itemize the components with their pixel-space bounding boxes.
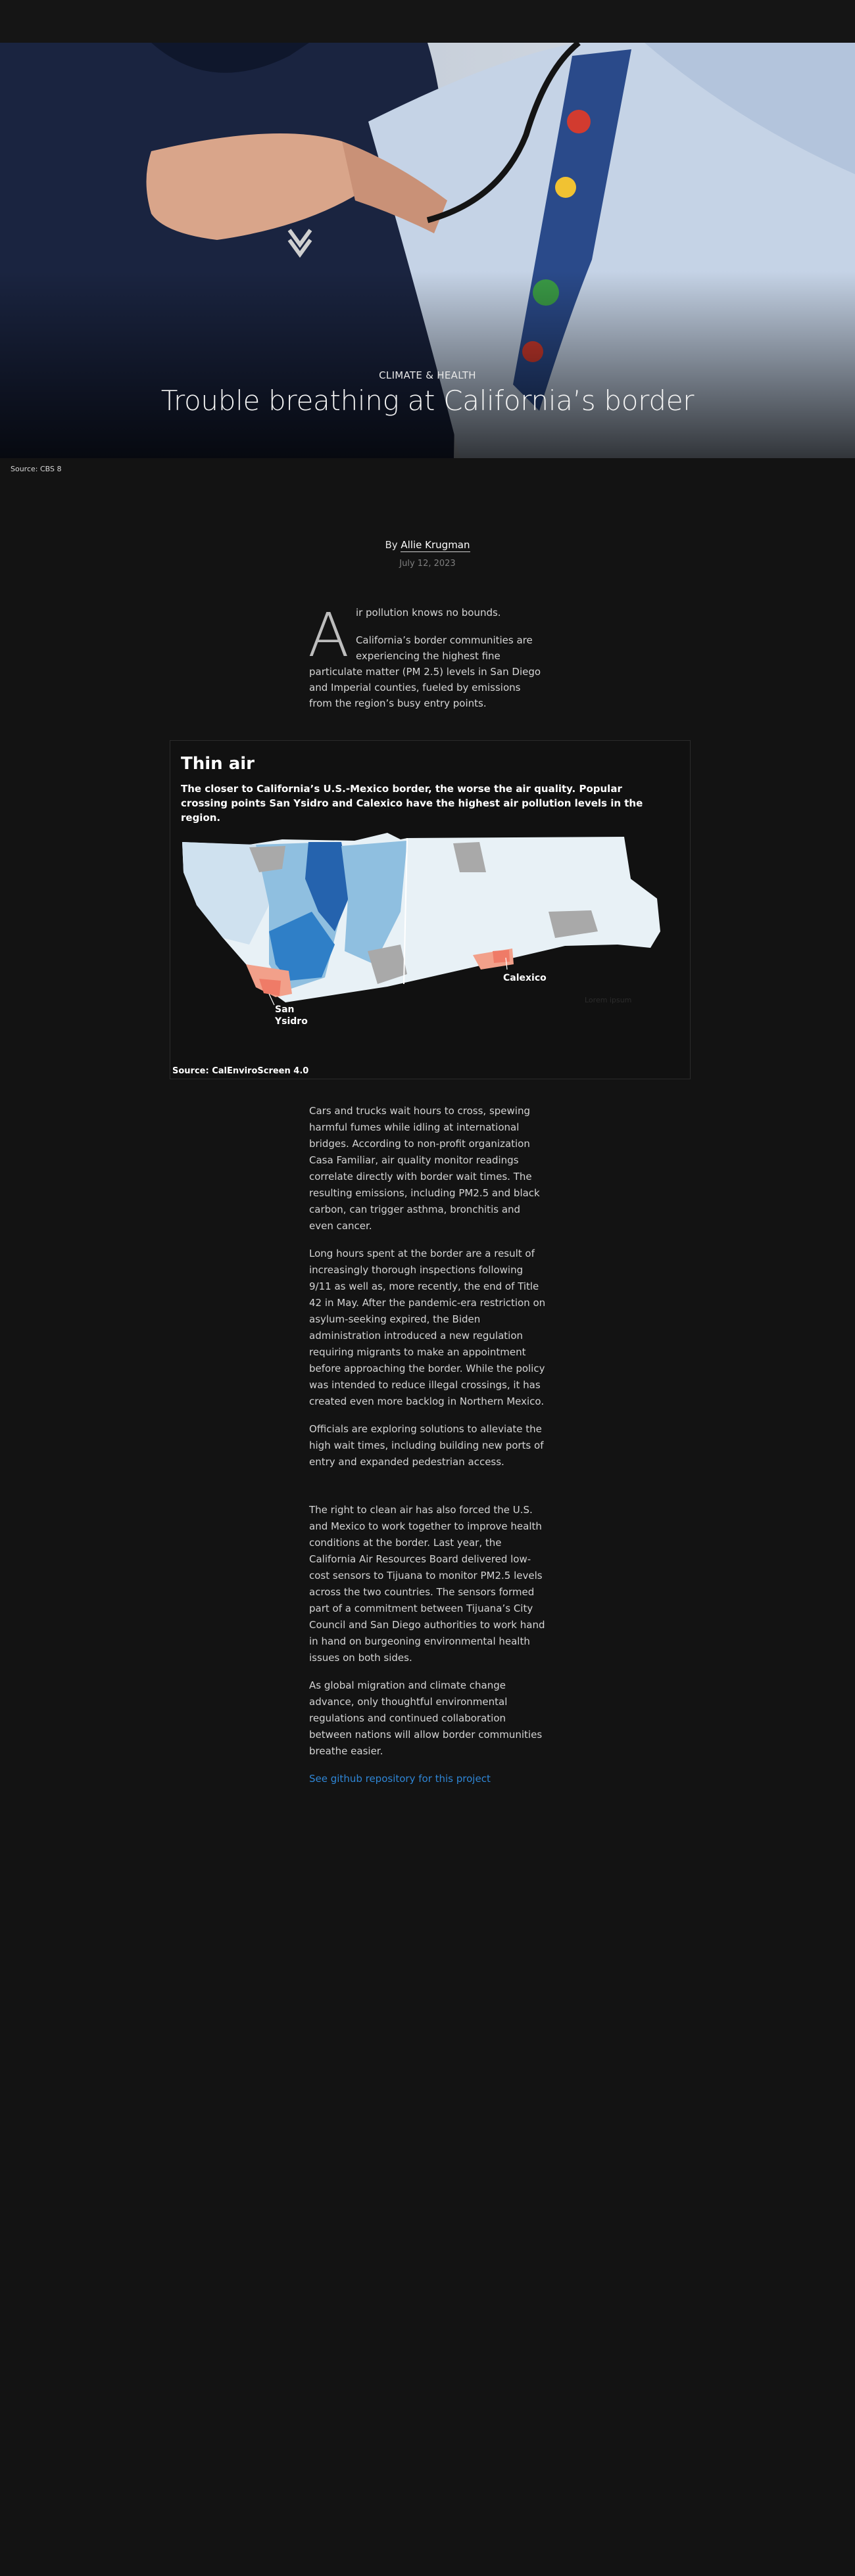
page-title: Trouble breathing at California’s border bbox=[160, 385, 695, 417]
paragraph-4: The right to clean air has also forced t… bbox=[309, 1504, 545, 1664]
byline: By Allie Krugman bbox=[0, 539, 855, 552]
map-graphic: Thin air The closer to California’s U.S.… bbox=[170, 740, 691, 1079]
author-link[interactable]: Allie Krugman bbox=[401, 539, 470, 552]
label-calexico: Calexico bbox=[503, 973, 547, 983]
paragraph-3: Officials are exploring solutions to all… bbox=[309, 1423, 544, 1468]
publish-date: July 12, 2023 bbox=[399, 559, 456, 569]
github-link[interactable]: See github repository for this project bbox=[309, 1773, 491, 1785]
graphic-title: Thin air bbox=[181, 754, 255, 774]
graphic-source: Source: CalEnviroScreen 4.0 bbox=[172, 1066, 309, 1076]
tract-calexico-hot bbox=[493, 950, 510, 963]
section-kicker: CLIMATE & HEALTH bbox=[379, 369, 476, 381]
top-bar bbox=[0, 0, 855, 43]
intro: A ir pollution knows no bounds. Californ… bbox=[308, 600, 546, 723]
graphic-subtitle: The closer to California’s U.S.-Mexico b… bbox=[181, 783, 643, 824]
paragraph-1: Cars and trucks wait hours to cross, spe… bbox=[309, 1105, 540, 1232]
drop-cap: A bbox=[308, 600, 349, 670]
choropleth-map bbox=[182, 833, 660, 1006]
faint-label: Lorem ipsum bbox=[585, 996, 632, 1004]
paragraph-2: Long hours spent at the border are a res… bbox=[309, 1248, 546, 1407]
photo-credit: Source: CBS 8 bbox=[11, 465, 62, 473]
label-san-ysidro: San Ysidro bbox=[275, 1004, 308, 1027]
tract-san-ysidro-hot bbox=[259, 979, 281, 996]
byline-prefix: By bbox=[385, 539, 401, 551]
hero-image: CLIMATE & HEALTH Trouble breathing at Ca… bbox=[0, 43, 855, 458]
article-body: Cars and trucks wait hours to cross, spe… bbox=[309, 1103, 546, 1798]
paragraph-5: As global migration and climate change a… bbox=[309, 1679, 543, 1757]
